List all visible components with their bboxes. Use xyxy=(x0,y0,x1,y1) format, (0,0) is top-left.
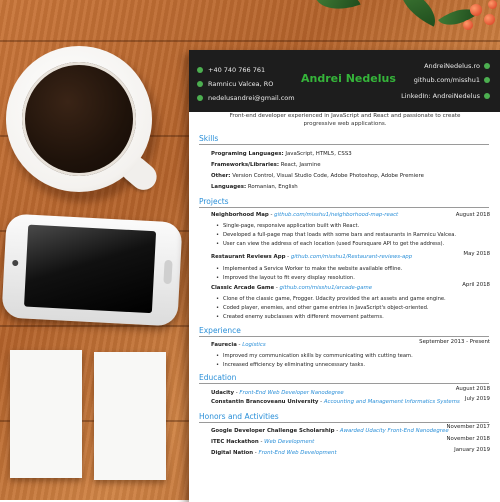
project-name: Classic Arcade Game xyxy=(211,285,275,291)
bullet-item: Single-page, responsive application buil… xyxy=(216,223,359,229)
resume-document: +40 740 766 761 Ramnicu Valcea, RO nedel… xyxy=(189,50,500,502)
linkedin-icon xyxy=(484,93,490,99)
phone-contact: +40 740 766 761 xyxy=(197,66,265,74)
honor-detail: Front-End Web Development xyxy=(258,450,337,456)
section-projects-title: Projects xyxy=(199,197,489,208)
company-name: Faurecia xyxy=(211,342,237,348)
resume-header: +40 740 766 761 Ramnicu Valcea, RO nedel… xyxy=(189,50,500,112)
project-link[interactable]: github.com/misshu1/neighborhood-map-reac… xyxy=(274,212,398,218)
phone-home-button xyxy=(163,259,173,285)
phone-screen xyxy=(23,224,157,314)
business-card-right xyxy=(94,352,166,480)
skill-label: Programing Languages: xyxy=(211,151,284,157)
github-contact: github.com/misshu1 xyxy=(414,76,490,84)
honor-date: November 2017 xyxy=(446,424,490,430)
bullet-item: Improved my communication skills by comm… xyxy=(216,353,413,359)
bullet-item: Clone of the classic game, Frogger. Udac… xyxy=(216,296,446,302)
location-pin-icon xyxy=(197,81,203,87)
bullet-item: User can view the address of each locati… xyxy=(216,241,444,247)
job-role: Logistics xyxy=(242,342,266,348)
coffee xyxy=(22,62,136,176)
skill-label: Languages: xyxy=(211,184,247,190)
website-text: AndreiNedelus.ro xyxy=(424,62,480,70)
project-link[interactable]: github.com/misshu1/Restaurant-reviews-ap… xyxy=(291,254,412,260)
github-icon xyxy=(484,77,490,83)
project-date: August 2018 xyxy=(455,212,490,218)
education-date: July 2019 xyxy=(464,396,490,402)
bullet-item: Improved the layout to fit every display… xyxy=(216,275,355,281)
honor-row: ITEC Hackathon - Web Development xyxy=(211,439,314,445)
phone-camera-icon xyxy=(12,259,19,267)
experience-date: September 2013 - Present xyxy=(419,339,490,345)
phone-icon xyxy=(197,67,203,73)
email-contact: nedelusandrei@gmail.com xyxy=(197,94,295,102)
honor-detail: Awarded Udacity Front-End Nanodegree xyxy=(339,428,449,434)
school-name: Udacity xyxy=(211,390,235,396)
business-card-left xyxy=(10,350,82,478)
skill-label: Other: xyxy=(211,173,231,179)
github-text: github.com/misshu1 xyxy=(413,76,480,84)
education-date: August 2018 xyxy=(455,386,490,392)
linkedin-text: LinkedIn: AndreiNedelus xyxy=(401,92,480,100)
honor-name: Google Developer Challenge Scholarship xyxy=(211,428,335,434)
degree: Front-End Web Developer Nanodegree xyxy=(239,390,344,396)
location-text: Ramnicu Valcea, RO xyxy=(208,80,274,88)
project-date: May 2018 xyxy=(463,251,490,257)
school-name: Constantin Brancoveanu University xyxy=(211,399,319,405)
project-title: Restaurant Reviews App - github.com/miss… xyxy=(211,254,412,260)
at-sign-icon xyxy=(197,95,203,101)
project-name: Restaurant Reviews App xyxy=(211,254,286,260)
bullet-item: Increased efficiency by eliminating unne… xyxy=(216,362,365,368)
berry xyxy=(488,0,497,9)
location-contact: Ramnicu Valcea, RO xyxy=(197,80,273,88)
section-skills-title: Skills xyxy=(199,134,489,145)
skill-value: React, Jasmine xyxy=(280,162,321,168)
honor-date: January 2019 xyxy=(454,447,490,453)
education-row: Constantin Brancoveanu University - Acco… xyxy=(211,399,460,405)
website-contact: AndreiNedelus.ro xyxy=(424,62,490,70)
phone-text: +40 740 766 761 xyxy=(208,66,266,74)
honor-detail: Web Development xyxy=(264,439,315,445)
first-name: Andrei xyxy=(301,72,342,85)
skill-row: Languages: Romanian, English xyxy=(211,184,298,190)
section-honors-title: Honors and Activities xyxy=(199,412,489,423)
honor-name: Digital Nation xyxy=(211,450,254,456)
project-title: Classic Arcade Game - github.com/misshu1… xyxy=(211,285,372,291)
berry xyxy=(463,20,473,30)
email-text: nedelusandrei@gmail.com xyxy=(208,94,295,102)
degree: Accounting and Management Informatics Sy… xyxy=(323,399,460,405)
honor-name: ITEC Hackathon xyxy=(211,439,259,445)
section-education-title: Education xyxy=(199,373,489,384)
bullet-item: Developed a full-page map that loads wit… xyxy=(216,232,456,238)
bullet-item: Implemented a Service Worker to make the… xyxy=(216,266,402,272)
project-link[interactable]: github.com/misshu1/arcade-game xyxy=(280,285,373,291)
project-date: April 2018 xyxy=(462,282,490,288)
berry xyxy=(484,14,495,25)
resume-name: Andrei Nedelus xyxy=(301,72,396,85)
skill-row: Other: Version Control, Visual Studio Co… xyxy=(211,173,424,179)
section-experience-title: Experience xyxy=(199,326,489,337)
project-title: Neighborhood Map - github.com/misshu1/ne… xyxy=(211,212,398,218)
skill-value: Romanian, English xyxy=(247,184,298,190)
globe-icon xyxy=(484,63,490,69)
summary: Front-end developer experienced in JavaS… xyxy=(229,113,461,127)
last-name: Nedelus xyxy=(345,72,396,85)
honor-date: November 2018 xyxy=(446,436,490,442)
skill-row: Programing Languages: JavaScript, HTML5,… xyxy=(211,151,352,157)
project-name: Neighborhood Map xyxy=(211,212,269,218)
skill-value: JavaScript, HTML5, CSS3 xyxy=(285,151,352,157)
bullet-item: Coded player, enemies, and other game en… xyxy=(216,305,429,311)
experience-title: Faurecia - Logistics xyxy=(211,342,266,348)
education-row: Udacity - Front-End Web Developer Nanode… xyxy=(211,390,344,396)
skill-label: Frameworks/Libraries: xyxy=(211,162,279,168)
linkedin-contact: LinkedIn: AndreiNedelus xyxy=(401,92,490,100)
skill-row: Frameworks/Libraries: React, Jasmine xyxy=(211,162,321,168)
berry xyxy=(470,4,482,16)
smartphone xyxy=(1,213,183,327)
skill-value: Version Control, Visual Studio Code, Ado… xyxy=(232,173,424,179)
bullet-item: Created enemy subclasses with different … xyxy=(216,314,384,320)
honor-row: Digital Nation - Front-End Web Developme… xyxy=(211,450,337,456)
honor-row: Google Developer Challenge Scholarship -… xyxy=(211,428,449,434)
